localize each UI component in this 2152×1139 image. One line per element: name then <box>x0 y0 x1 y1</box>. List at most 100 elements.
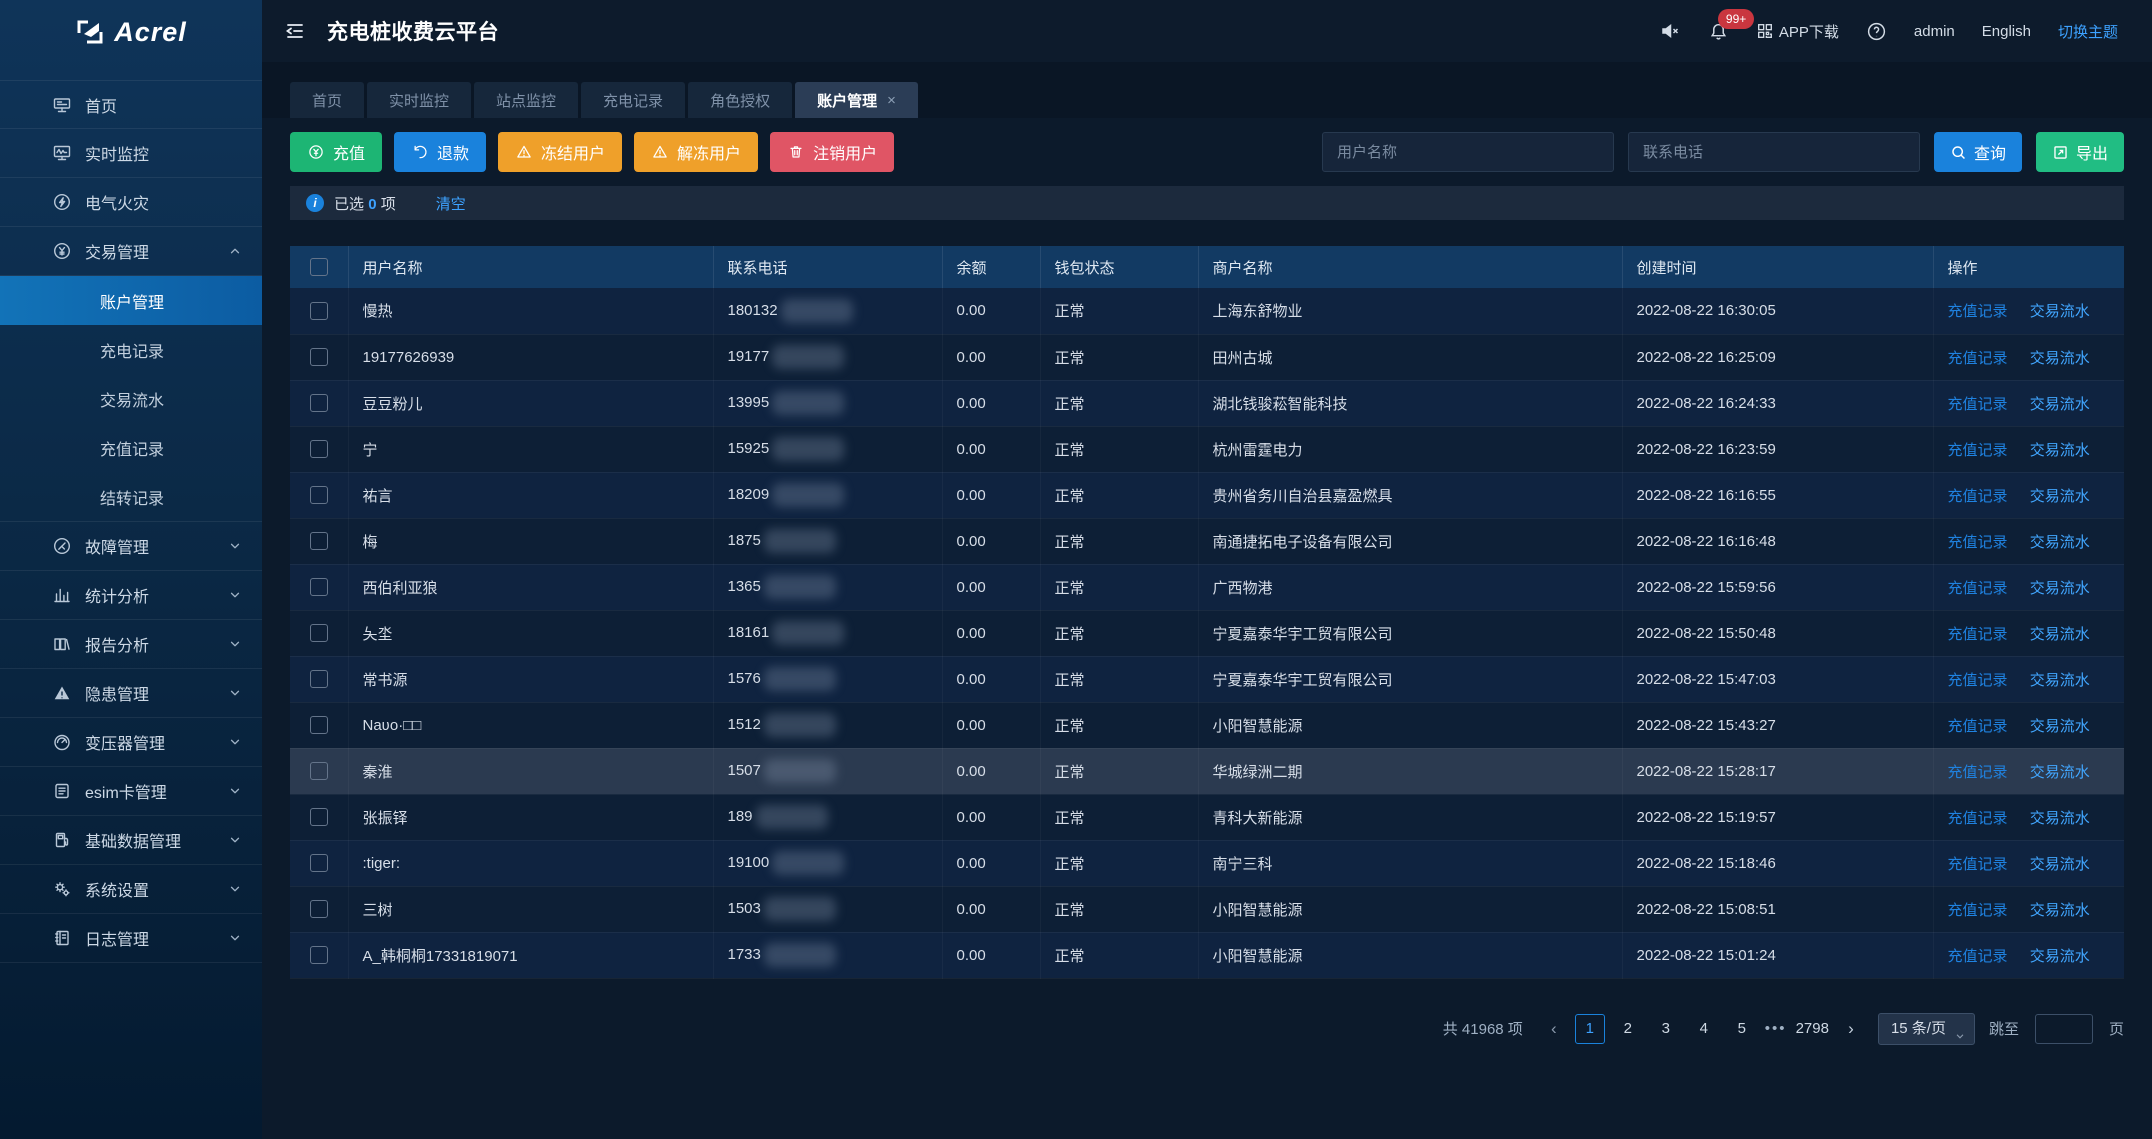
recharge-record-link[interactable]: 充值记录 <box>1948 764 2008 781</box>
sidebar-item-settings[interactable]: 系统设置 <box>0 865 262 914</box>
recharge-record-link[interactable]: 充值记录 <box>1948 718 2008 735</box>
notifications-bell-icon[interactable]: 99+ <box>1708 21 1729 42</box>
collapse-sidebar-icon[interactable] <box>283 19 307 43</box>
export-button[interactable]: 导出 <box>2036 132 2124 172</box>
row-checkbox[interactable] <box>310 854 328 872</box>
row-checkbox[interactable] <box>310 900 328 918</box>
recharge-record-link[interactable]: 充值记录 <box>1948 856 2008 873</box>
row-checkbox[interactable] <box>310 578 328 596</box>
page-button-1[interactable]: 1 <box>1575 1014 1605 1044</box>
trade-flow-link[interactable]: 交易流水 <box>2030 718 2090 735</box>
row-checkbox[interactable] <box>310 624 328 642</box>
trade-flow-link[interactable]: 交易流水 <box>2030 303 2090 320</box>
row-checkbox[interactable] <box>310 946 328 964</box>
tab-account[interactable]: 账户管理 × <box>795 82 918 118</box>
recharge-record-link[interactable]: 充值记录 <box>1948 488 2008 505</box>
row-checkbox[interactable] <box>310 348 328 366</box>
trade-flow-link[interactable]: 交易流水 <box>2030 764 2090 781</box>
recharge-record-link[interactable]: 充值记录 <box>1948 626 2008 643</box>
trade-flow-link[interactable]: 交易流水 <box>2030 442 2090 459</box>
close-icon[interactable]: × <box>887 92 896 109</box>
sidebar-subitem-recharge-record[interactable]: 充值记录 <box>0 423 262 472</box>
next-page-icon[interactable]: › <box>1838 1019 1864 1039</box>
trade-flow-link[interactable]: 交易流水 <box>2030 856 2090 873</box>
sidebar-item-base-data[interactable]: 基础数据管理 <box>0 816 262 865</box>
recharge-record-link[interactable]: 充值记录 <box>1948 534 2008 551</box>
sidebar-item-electric-fire[interactable]: 电气火灾 <box>0 178 262 227</box>
freeze-user-button[interactable]: 冻结用户 <box>498 132 622 172</box>
select-all-checkbox[interactable] <box>310 258 328 276</box>
username[interactable]: admin <box>1914 23 1955 40</box>
recharge-record-link[interactable]: 充值记录 <box>1948 350 2008 367</box>
tab-home[interactable]: 首页 <box>290 82 364 118</box>
row-checkbox[interactable] <box>310 302 328 320</box>
row-checkbox[interactable] <box>310 808 328 826</box>
sidebar-subitem-charge-record[interactable]: 充电记录 <box>0 325 262 374</box>
tab-realtime[interactable]: 实时监控 <box>367 82 471 118</box>
tab-station[interactable]: 站点监控 <box>474 82 578 118</box>
sidebar-item-home[interactable]: 首页 <box>0 80 262 129</box>
mute-icon[interactable] <box>1659 20 1681 42</box>
recharge-record-link[interactable]: 充值记录 <box>1948 442 2008 459</box>
recharge-record-link[interactable]: 充值记录 <box>1948 672 2008 689</box>
recharge-button[interactable]: 充值 <box>290 132 382 172</box>
recharge-record-link[interactable]: 充值记录 <box>1948 396 2008 413</box>
page-size-select[interactable]: 15 条/页 <box>1878 1013 1975 1045</box>
trade-flow-link[interactable]: 交易流水 <box>2030 948 2090 965</box>
row-checkbox[interactable] <box>310 486 328 504</box>
sidebar-item-report[interactable]: 报告分析 <box>0 620 262 669</box>
tab-charge-record[interactable]: 充电记录 <box>581 82 685 118</box>
recharge-record-link[interactable]: 充值记录 <box>1948 902 2008 919</box>
row-checkbox[interactable] <box>310 762 328 780</box>
row-checkbox[interactable] <box>310 440 328 458</box>
trade-flow-link[interactable]: 交易流水 <box>2030 580 2090 597</box>
page-button-5[interactable]: 5 <box>1727 1014 1757 1044</box>
app-download-link[interactable]: APP下载 <box>1756 21 1839 42</box>
refund-button[interactable]: 退款 <box>394 132 486 172</box>
recharge-record-link[interactable]: 充值记录 <box>1948 948 2008 965</box>
sidebar-item-fault[interactable]: 故障管理 <box>0 522 262 571</box>
last-page-button[interactable]: 2798 <box>1795 1014 1830 1044</box>
sidebar-item-hazard[interactable]: 隐患管理 <box>0 669 262 718</box>
page-button-2[interactable]: 2 <box>1613 1014 1643 1044</box>
trade-flow-link[interactable]: 交易流水 <box>2030 810 2090 827</box>
trade-flow-link[interactable]: 交易流水 <box>2030 902 2090 919</box>
trade-flow-link[interactable]: 交易流水 <box>2030 350 2090 367</box>
sidebar-item-trade[interactable]: 交易管理 <box>0 227 262 276</box>
sidebar-subitem-account[interactable]: 账户管理 <box>0 276 262 325</box>
recharge-record-link[interactable]: 充值记录 <box>1948 810 2008 827</box>
page-button-4[interactable]: 4 <box>1689 1014 1719 1044</box>
sidebar-item-stats[interactable]: 统计分析 <box>0 571 262 620</box>
trade-flow-link[interactable]: 交易流水 <box>2030 626 2090 643</box>
page-ellipsis[interactable]: ••• <box>1765 1020 1787 1037</box>
row-checkbox[interactable] <box>310 670 328 688</box>
sidebar-item-transformer[interactable]: 变压器管理 <box>0 718 262 767</box>
query-button[interactable]: 查询 <box>1934 132 2022 172</box>
trade-flow-link[interactable]: 交易流水 <box>2030 534 2090 551</box>
phone-filter-input[interactable] <box>1628 132 1920 172</box>
page-button-3[interactable]: 3 <box>1651 1014 1681 1044</box>
recharge-record-link[interactable]: 充值记录 <box>1948 303 2008 320</box>
jump-page-input[interactable] <box>2035 1014 2093 1044</box>
prev-page-icon[interactable]: ‹ <box>1541 1019 1567 1039</box>
sidebar-item-realtime[interactable]: 实时监控 <box>0 129 262 178</box>
sidebar-item-logs[interactable]: 日志管理 <box>0 914 262 963</box>
row-checkbox[interactable] <box>310 394 328 412</box>
trade-flow-link[interactable]: 交易流水 <box>2030 672 2090 689</box>
unfreeze-user-button[interactable]: 解冻用户 <box>634 132 758 172</box>
clear-selection-link[interactable]: 清空 <box>436 193 466 214</box>
tab-role-auth[interactable]: 角色授权 <box>688 82 792 118</box>
trade-flow-link[interactable]: 交易流水 <box>2030 488 2090 505</box>
language-switch[interactable]: English <box>1982 23 2031 40</box>
trade-flow-link[interactable]: 交易流水 <box>2030 396 2090 413</box>
row-checkbox[interactable] <box>310 532 328 550</box>
help-icon[interactable] <box>1866 21 1887 42</box>
sidebar-subitem-carryover-record[interactable]: 结转记录 <box>0 472 262 521</box>
sidebar-subitem-trade-flow[interactable]: 交易流水 <box>0 374 262 423</box>
theme-switch-link[interactable]: 切换主题 <box>2058 21 2118 42</box>
row-checkbox[interactable] <box>310 716 328 734</box>
recharge-record-link[interactable]: 充值记录 <box>1948 580 2008 597</box>
deregister-user-button[interactable]: 注销用户 <box>770 132 894 172</box>
sidebar-item-esim[interactable]: esim卡管理 <box>0 767 262 816</box>
username-filter-input[interactable] <box>1322 132 1614 172</box>
